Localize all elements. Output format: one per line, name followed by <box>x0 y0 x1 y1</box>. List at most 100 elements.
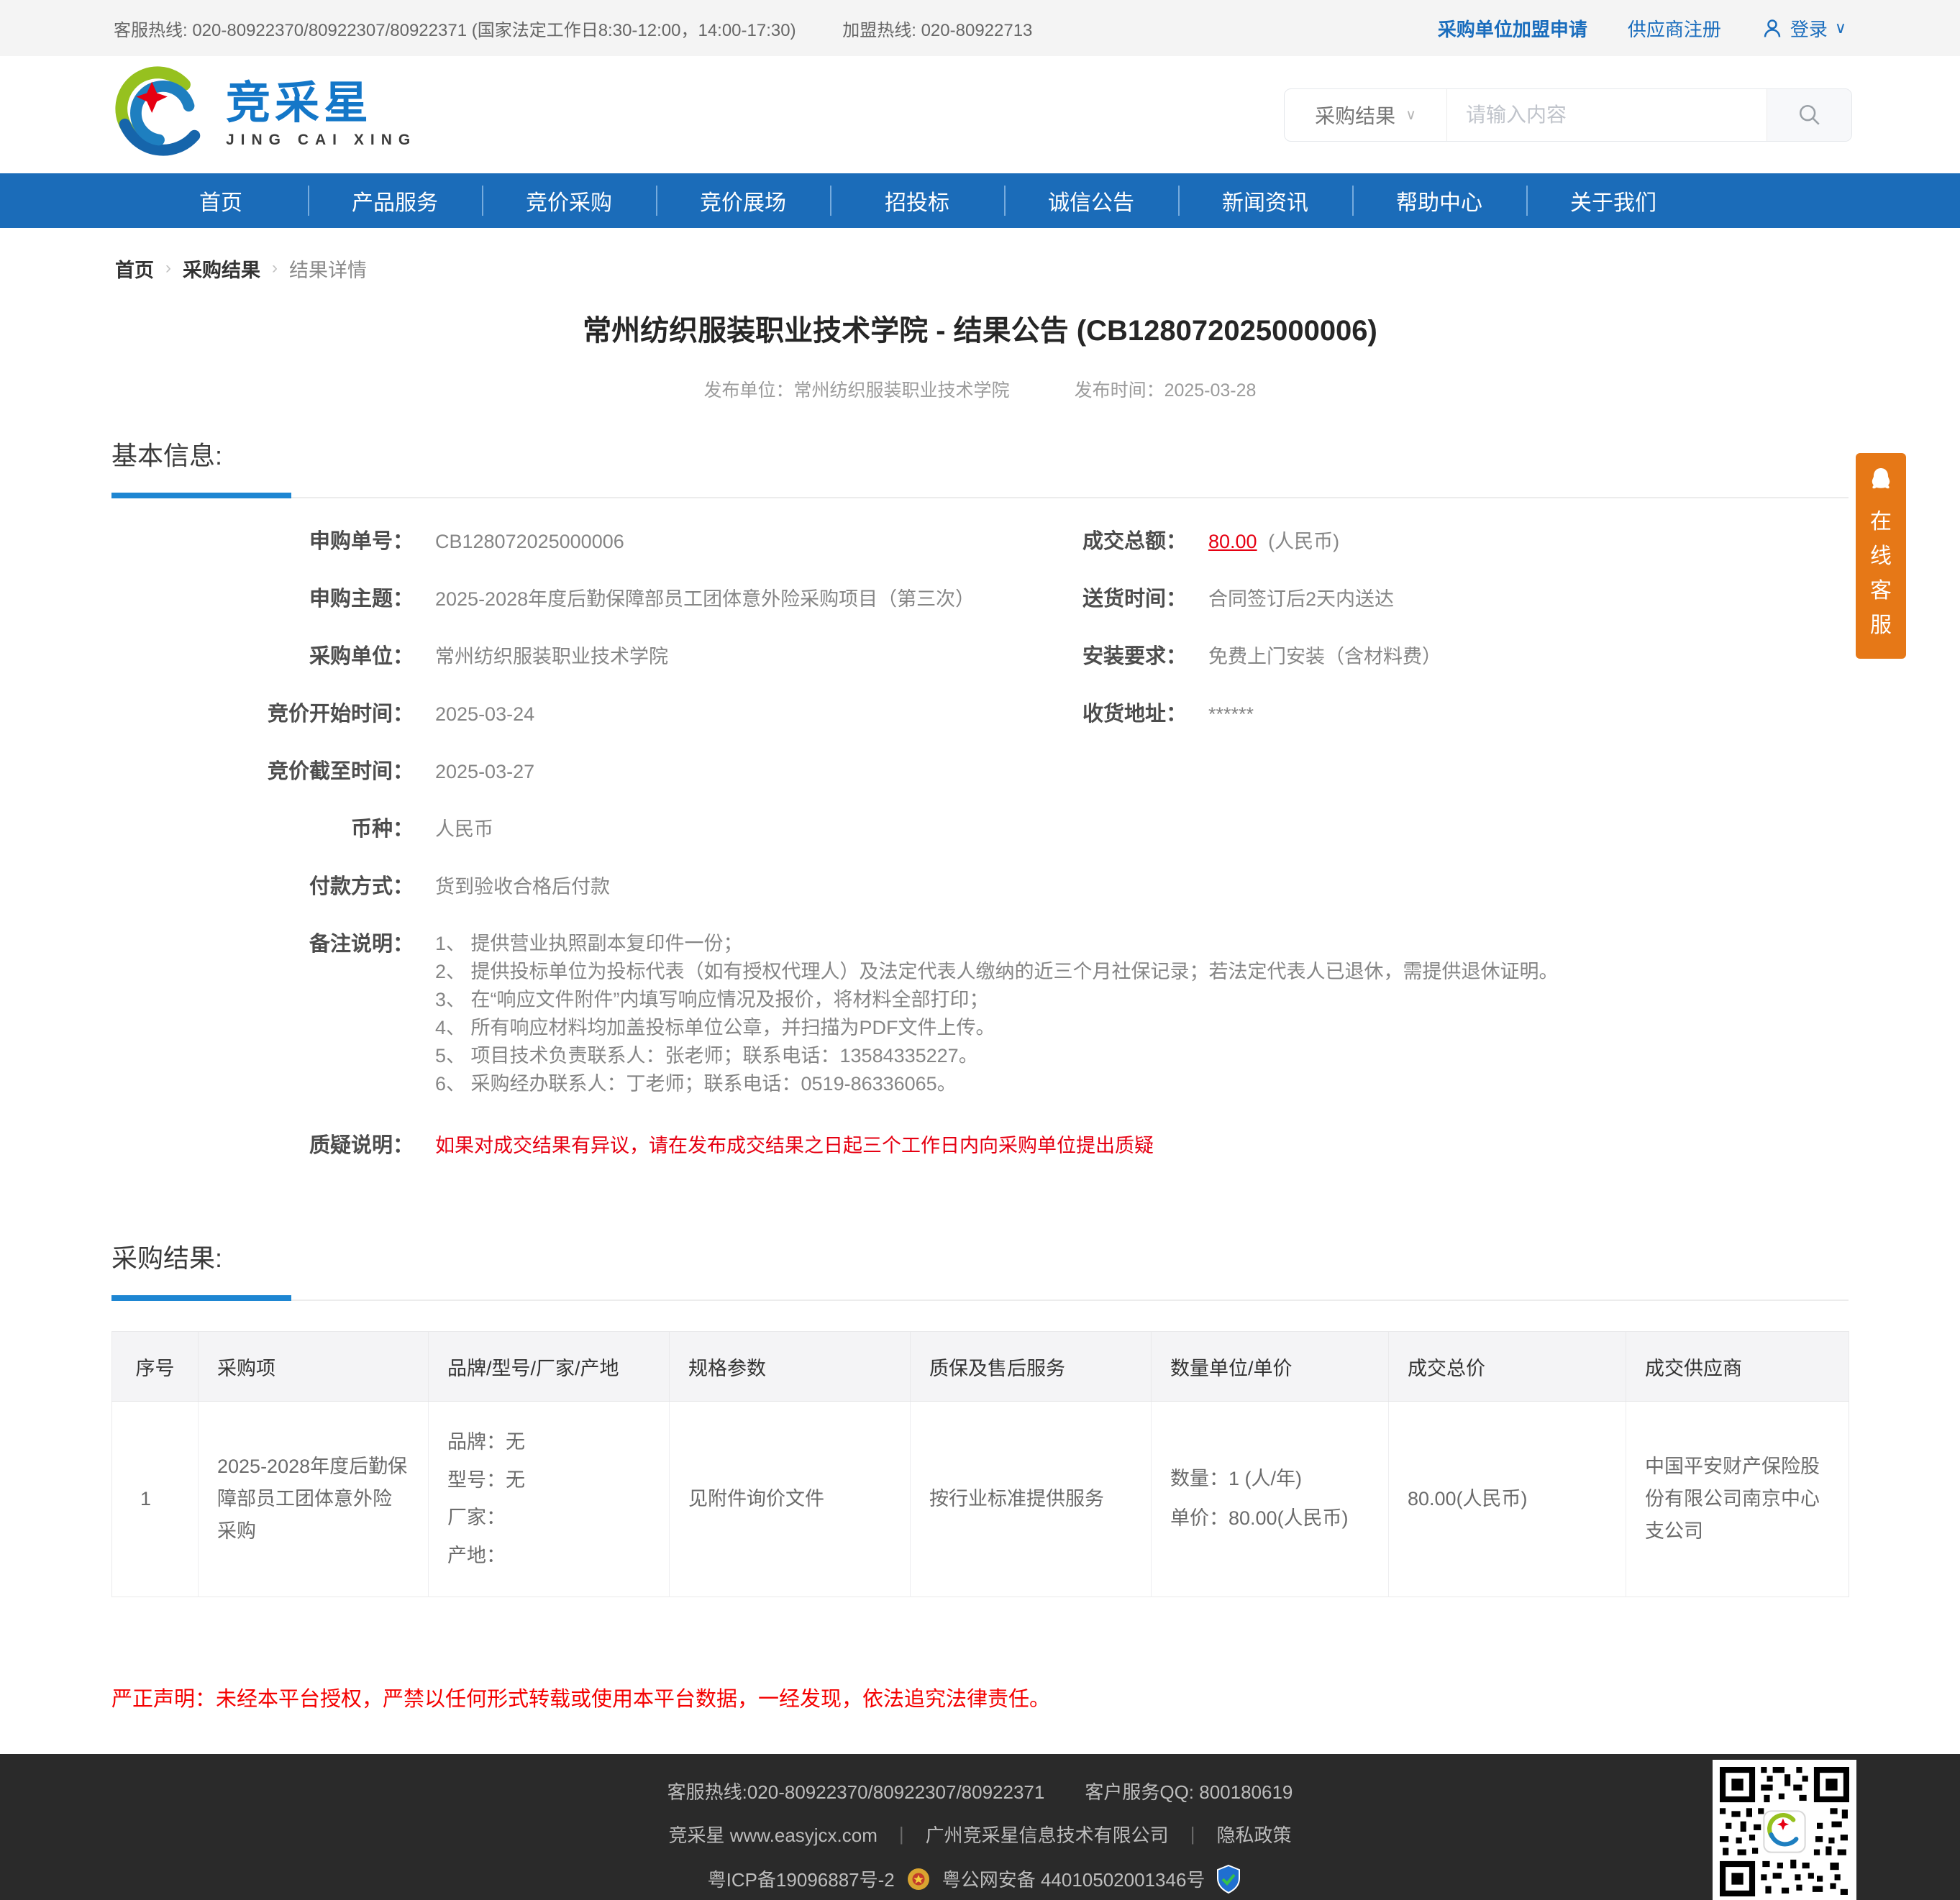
field-label: 竞价开始时间： <box>267 703 414 726</box>
result-table: 序号 采购项 品牌/型号/厂家/产地 规格参数 质保及售后服务 数量单位/单价 … <box>111 1331 1849 1597</box>
shield-check-icon <box>1217 1864 1241 1894</box>
field-label: 申购单号： <box>309 530 414 553</box>
section-rule-accent <box>111 1295 291 1301</box>
field-value: 80.00 (人民币) <box>1208 527 1849 556</box>
field-label: 送货时间： <box>1082 588 1187 611</box>
field-order-no: 申购单号： CB128072025000006 <box>111 527 1043 585</box>
purchaser-join-link[interactable]: 采购单位加盟申请 <box>1438 15 1587 42</box>
magnifier-icon <box>1799 104 1820 125</box>
col-header-no: 序号 <box>111 1331 199 1402</box>
nav-item-tenders[interactable]: 招投标 <box>830 173 1004 228</box>
login-link[interactable]: 登录 ∨ <box>1761 15 1846 42</box>
footer-qq: 客户服务QQ: 800180619 <box>1085 1781 1293 1803</box>
nav-item-news[interactable]: 新闻资讯 <box>1178 173 1352 228</box>
footer-company: 广州竞采星信息技术有限公司 <box>925 1824 1169 1846</box>
publish-info: 发布单位：常州纺织服装职业技术学院 发布时间：2025-03-28 <box>0 376 1960 402</box>
nav-item-home[interactable]: 首页 <box>134 173 308 228</box>
cell-item: 2025-2028年度后勤保障部员工团体意外险采购 <box>198 1401 429 1597</box>
field-currency: 币种： 人民币 <box>111 815 1043 872</box>
field-payment: 付款方式： 货到验收合格后付款 <box>111 872 1043 930</box>
field-value: 货到验收合格后付款 <box>435 876 610 898</box>
table-row: 1 2025-2028年度后勤保障部员工团体意外险采购 品牌：无 型号：无 厂家… <box>111 1401 1849 1597</box>
field-delivery-time: 送货时间： 合同签订后2天内送达 <box>1043 585 1849 642</box>
basic-info-section-title: 基本信息: <box>111 441 223 470</box>
breadcrumb-separator-icon: › <box>272 258 278 278</box>
nav-item-products[interactable]: 产品服务 <box>308 173 482 228</box>
field-label: 成交总额： <box>1082 530 1187 553</box>
field-label: 竞价截至时间： <box>267 760 414 783</box>
remark-lines: 1、 提供营业执照副本复印件一份； 2、 提供投标单位为投标代表（如有授权代理人… <box>435 930 1849 1098</box>
field-value: ****** <box>1208 703 1254 725</box>
brand-line: 厂家： <box>447 1507 506 1529</box>
breadcrumb: 首页 › 采购结果 › 结果详情 <box>0 228 1960 287</box>
nav-item-about-us[interactable]: 关于我们 <box>1526 173 1700 228</box>
online-service-widget[interactable]: 在线客服 <box>1856 453 1906 659</box>
privacy-policy-link[interactable]: 隐私政策 <box>1216 1821 1291 1848</box>
nav-item-help-center[interactable]: 帮助中心 <box>1352 173 1526 228</box>
col-header-qty-price: 数量单位/单价 <box>1151 1331 1389 1402</box>
footer-site: 竞采星 www.easyjcx.com <box>668 1824 878 1846</box>
cell-supplier: 中国平安财产保险股份有限公司南京中心支公司 <box>1645 1456 1820 1542</box>
footer-separator: | <box>1190 1822 1195 1845</box>
cell-spec: 见附件询价文件 <box>669 1401 911 1597</box>
logo-name-cn: 竞采星 <box>226 78 373 128</box>
nav-item-bidding-purchase[interactable]: 竞价采购 <box>482 173 656 228</box>
total-amount-link[interactable]: 80.00 <box>1208 531 1257 552</box>
online-service-label: 在线客服 <box>1870 510 1892 637</box>
logo-text: 竞采星 JING CAI XING <box>226 81 416 149</box>
cell-brand: 品牌：无 型号：无 厂家： 产地： <box>428 1401 670 1597</box>
topbar-hotlines: 客服热线: 020-80922370/80922307/80922371 (国家… <box>114 16 1032 41</box>
field-value: 常州纺织服装职业技术学院 <box>435 646 668 667</box>
section-rule-accent <box>111 493 291 498</box>
remark-line: 1、 提供营业执照副本复印件一份； <box>435 933 743 954</box>
nav-item-integrity-notices[interactable]: 诚信公告 <box>1004 173 1178 228</box>
field-label: 收货地址： <box>1082 703 1187 726</box>
col-header-spec: 规格参数 <box>669 1331 911 1402</box>
search-input[interactable] <box>1447 88 1767 141</box>
breadcrumb-results[interactable]: 采购结果 <box>183 255 260 283</box>
legal-statement: 严正声明：未经本平台授权，严禁以任何形式转载或使用本平台数据，一经发现，依法追究… <box>111 1687 1051 1711</box>
logo-mark-icon <box>115 65 201 156</box>
footer-security: 粤公网安备 44010502001346号 <box>942 1869 1205 1891</box>
field-label: 申购主题： <box>309 588 414 611</box>
logo[interactable]: 竞采星 JING CAI XING <box>108 62 416 168</box>
field-purchaser: 采购单位： 常州纺织服装职业技术学院 <box>111 642 1043 700</box>
field-label: 付款方式： <box>309 875 414 898</box>
logo-name-en: JING CAI XING <box>226 131 417 148</box>
field-ship-address: 收货地址： ****** <box>1043 700 1849 757</box>
qr-code <box>1713 1759 1856 1900</box>
field-label: 币种： <box>350 818 414 841</box>
col-header-warranty: 质保及售后服务 <box>910 1331 1152 1402</box>
result-section-title: 采购结果: <box>111 1243 223 1273</box>
field-bid-start: 竞价开始时间： 2025-03-24 <box>111 700 1043 757</box>
field-bid-end: 竞价截至时间： 2025-03-27 <box>111 757 1043 815</box>
dispute-note-text: 如果对成交结果有异议，请在发布成交结果之日起三个工作日内向采购单位提出质疑 <box>435 1135 1154 1156</box>
search-button[interactable] <box>1767 88 1851 141</box>
footer-separator: | <box>898 1822 904 1845</box>
field-label: 采购单位： <box>309 645 414 668</box>
nav-item-bidding-hall[interactable]: 竞价展场 <box>656 173 830 228</box>
field-label: 质疑说明： <box>309 1134 414 1157</box>
field-total-amount: 成交总额： 80.00 (人民币) <box>1043 527 1849 585</box>
field-value: 人民币 <box>435 818 493 840</box>
remark-line: 4、 所有响应材料均加盖投标单位公章，并扫描为PDF文件上传。 <box>435 1017 995 1038</box>
col-header-item: 采购项 <box>198 1331 429 1402</box>
field-value: 2025-03-27 <box>435 761 535 782</box>
cell-qty-price: 数量：1 (人/年) 单价：80.00(人民币) <box>1151 1401 1389 1597</box>
footer-line-hotline: 客服热线:020-80922370/80922307/80922371 客户服务… <box>0 1778 1960 1804</box>
supplier-register-link[interactable]: 供应商注册 <box>1628 15 1721 42</box>
breadcrumb-home[interactable]: 首页 <box>115 255 154 283</box>
fields-right-column: 成交总额： 80.00 (人民币) 送货时间： 合同签订后2天内送达 安装要求：… <box>1043 527 1849 757</box>
login-label: 登录 <box>1790 18 1828 40</box>
search-category-label: 采购结果 <box>1315 104 1396 127</box>
remark-line: 5、 项目技术负责联系人：张老师；联系电话：13584335227。 <box>435 1045 978 1067</box>
footer-hotline: 客服热线:020-80922370/80922307/80922371 <box>667 1781 1045 1803</box>
search-category-dropdown[interactable]: 采购结果 ∨ <box>1285 88 1447 141</box>
fields-left-column: 申购单号： CB128072025000006 申购主题： 2025-2028年… <box>111 527 1043 930</box>
chevron-down-icon: ∨ <box>1834 19 1846 37</box>
field-value: 2025-03-24 <box>435 703 535 725</box>
field-label: 备注说明： <box>309 933 414 956</box>
footer-icp: 粤ICP备19096887号-2 <box>707 1869 895 1891</box>
footer: 客服热线:020-80922370/80922307/80922371 客户服务… <box>0 1753 1960 1900</box>
topbar: 客服热线: 020-80922370/80922307/80922371 (国家… <box>0 0 1960 56</box>
